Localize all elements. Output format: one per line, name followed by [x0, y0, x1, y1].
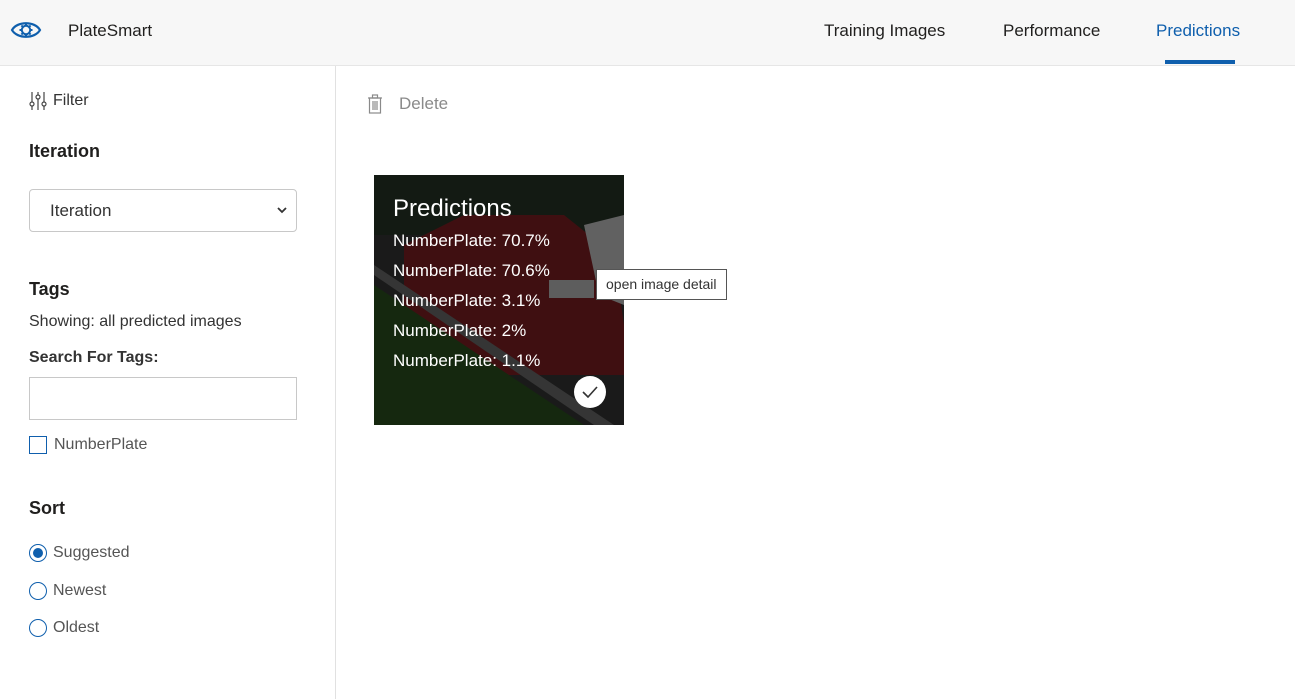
filter-label: Filter [53, 92, 89, 109]
prediction-list: Predictions NumberPlate: 70.7% NumberPla… [393, 195, 550, 381]
tags-heading: Tags [29, 279, 70, 299]
image-detail-tooltip: open image detail [596, 269, 727, 300]
radio-button[interactable] [29, 582, 47, 600]
radio-label: Oldest [53, 619, 100, 636]
predictions-title: Predictions [393, 195, 512, 222]
tag-checkbox-numberplate[interactable]: NumberPlate [29, 436, 147, 454]
active-tab-indicator [1165, 60, 1235, 64]
radio-label: Newest [53, 582, 107, 599]
search-tags-input[interactable] [29, 377, 297, 420]
delete-label: Delete [399, 94, 449, 113]
eye-gear-icon [10, 22, 42, 38]
filter-toggle[interactable]: Filter [29, 91, 89, 111]
predicted-image-tile[interactable]: Predictions NumberPlate: 70.7% NumberPla… [374, 175, 624, 425]
delete-button[interactable]: Delete [367, 94, 448, 114]
tag-label: NumberPlate [54, 436, 148, 453]
prediction-item: NumberPlate: 70.6% [393, 261, 550, 280]
iteration-select[interactable]: Iteration [29, 189, 297, 232]
prediction-item: NumberPlate: 2% [393, 321, 527, 340]
app-title: PlateSmart [68, 21, 153, 40]
predictions-content: Delete Predictions NumberPlate: 70.7% Nu… [337, 66, 1295, 699]
filter-sidebar: Filter Iteration Iteration Tags Showing:… [0, 66, 336, 699]
tags-showing-text: Showing: all predicted images [29, 313, 242, 330]
sliders-icon [29, 92, 47, 110]
checkmark-icon [582, 386, 598, 398]
top-navigation-bar: PlateSmart Training Images Performance P… [0, 0, 1295, 66]
select-image-toggle[interactable] [574, 376, 606, 408]
tab-predictions[interactable]: Predictions [1156, 21, 1240, 41]
checkbox[interactable] [29, 436, 47, 454]
radio-button[interactable] [29, 619, 47, 637]
iteration-heading: Iteration [29, 141, 101, 161]
trash-icon [368, 94, 382, 114]
prediction-item: NumberPlate: 70.7% [393, 231, 550, 250]
sort-option-newest[interactable]: Newest [29, 582, 106, 600]
tab-training-images[interactable]: Training Images [824, 21, 945, 41]
iteration-select-value: Iteration [50, 200, 112, 220]
chevron-down-icon [277, 207, 287, 214]
radio-button[interactable] [29, 544, 47, 562]
sort-heading: Sort [29, 498, 65, 518]
radio-label: Suggested [53, 544, 130, 561]
tab-performance[interactable]: Performance [1003, 21, 1100, 41]
sort-option-suggested[interactable]: Suggested [29, 544, 130, 562]
search-tags-label: Search For Tags: [29, 349, 159, 366]
sort-option-oldest[interactable]: Oldest [29, 619, 99, 637]
prediction-item: NumberPlate: 3.1% [393, 291, 541, 310]
prediction-item: NumberPlate: 1.1% [393, 351, 541, 370]
